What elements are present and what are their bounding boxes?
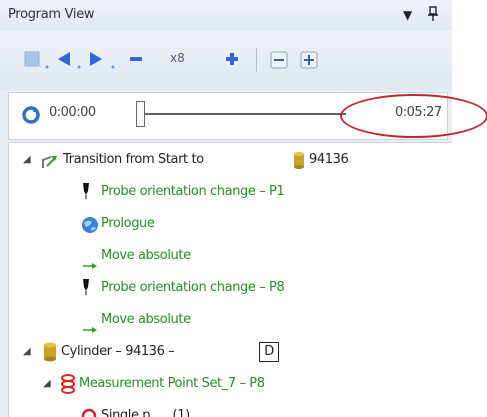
- tree-node-cylinder[interactable]: ◢ Cylinder – 94136 – D: [9, 337, 449, 367]
- tree-node-step[interactable]: Probe orientation change – P1: [9, 177, 449, 207]
- panel-title: Program View: [8, 7, 95, 22]
- timeline-thumb[interactable]: [136, 101, 145, 127]
- single-point-icon: [81, 406, 97, 417]
- datum-badge: D: [259, 342, 279, 362]
- tree-node-label: Cylinder – 94136 –: [61, 344, 175, 359]
- step-back-icon[interactable]: [56, 51, 72, 71]
- collapse-all-icon[interactable]: [270, 51, 288, 73]
- tree-node-transition[interactable]: ◢ Transition from Start to 94136: [9, 145, 449, 175]
- panel-menu-dropdown-icon[interactable]: ▼: [403, 8, 412, 22]
- tree-node-label: Probe orientation change – P1: [101, 184, 285, 199]
- title-bar: Program View ▼: [0, 0, 452, 30]
- tree-node-step[interactable]: Prologue: [9, 209, 449, 239]
- tree-node-measurement-set[interactable]: ◢ Measurement Point Set_7 – P8: [9, 369, 449, 399]
- tree-node-step[interactable]: Move absolute: [9, 241, 449, 271]
- expand-all-icon[interactable]: [300, 51, 318, 73]
- expand-arrow-icon[interactable]: ◢: [43, 369, 51, 399]
- toolbar-divider: [256, 48, 257, 72]
- faster-icon[interactable]: [224, 51, 240, 71]
- tree-node-step[interactable]: Probe orientation change – P8: [9, 273, 449, 303]
- program-tree: ◢ Transition from Start to 94136 Probe o…: [8, 142, 452, 417]
- tree-node-step[interactable]: Move absolute: [9, 305, 449, 335]
- tree-node-label: Move absolute: [101, 248, 191, 263]
- tree-node-label: Transition from Start to: [63, 152, 204, 167]
- tree-node-label: Prologue: [101, 216, 155, 231]
- stop-icon[interactable]: [24, 51, 40, 71]
- timeline-track[interactable]: [145, 113, 346, 115]
- dot-separator: [110, 58, 116, 73]
- dot-separator: [76, 58, 82, 73]
- play-icon[interactable]: [88, 51, 104, 71]
- probe-icon: [81, 278, 91, 308]
- tree-node-label: Measurement Point Set_7 – P8: [79, 376, 265, 391]
- tree-node-partial[interactable]: Single p..... (1): [9, 401, 449, 417]
- feature-id: 94136: [309, 152, 349, 167]
- speed-label: x8: [170, 51, 185, 65]
- probe-icon: [81, 182, 91, 212]
- reset-refresh-icon[interactable]: [22, 106, 40, 128]
- dot-separator: [44, 58, 50, 73]
- program-view-panel: Program View ▼ x8 0:00:00 0:05:27 ◢ Tran…: [0, 0, 452, 417]
- pin-icon[interactable]: [427, 6, 439, 25]
- expand-arrow-icon[interactable]: ◢: [23, 337, 31, 367]
- playback-toolbar: x8: [0, 30, 452, 90]
- expand-arrow-icon[interactable]: ◢: [23, 145, 31, 175]
- tree-node-label: Move absolute: [101, 312, 191, 327]
- slower-icon[interactable]: [128, 51, 144, 71]
- current-time: 0:00:00: [49, 105, 96, 120]
- tree-node-label: Single p..... (1): [101, 408, 190, 417]
- annotation-ellipse: [340, 94, 487, 138]
- tree-node-label: Probe orientation change – P8: [101, 280, 285, 295]
